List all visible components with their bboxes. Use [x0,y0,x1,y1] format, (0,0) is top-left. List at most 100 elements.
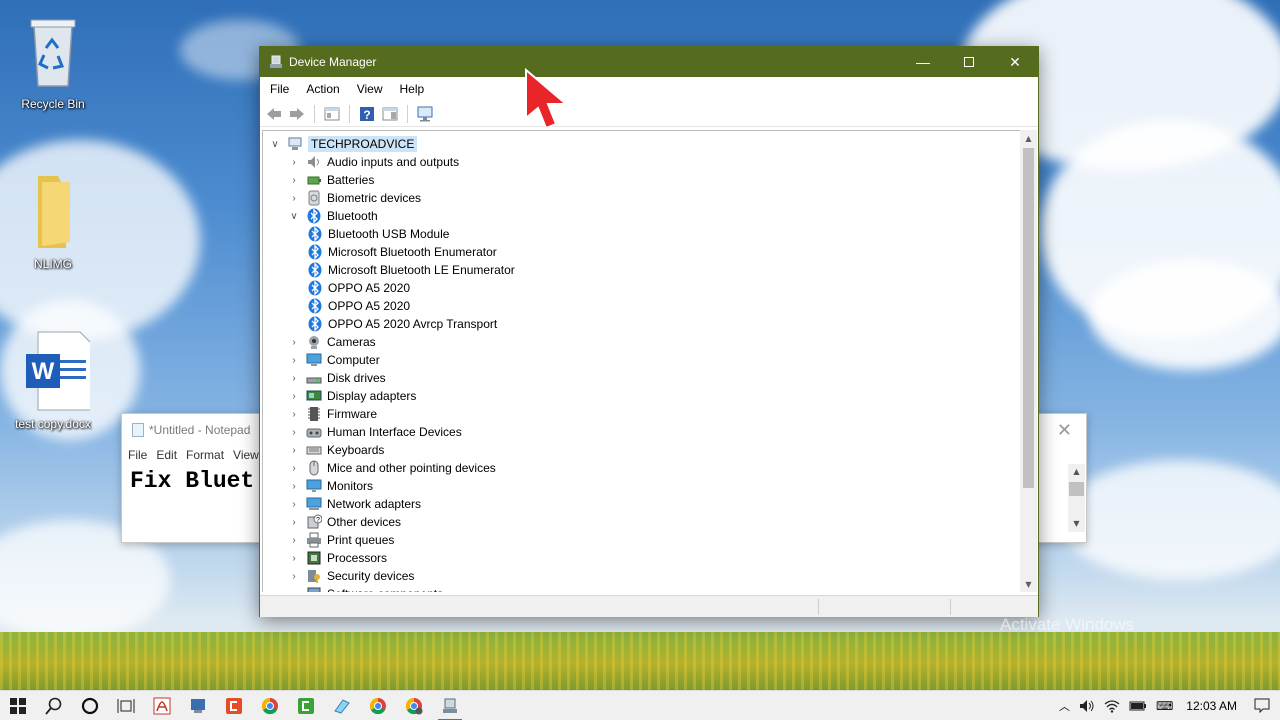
expand-chevron-icon[interactable]: › [288,553,300,564]
desktop-icon-word-document[interactable]: W test copy.docx [3,330,103,431]
tree-category-row[interactable]: ∨ Bluetooth [288,207,378,225]
expand-chevron-icon[interactable]: › [288,571,300,582]
taskbar-app-chrome[interactable] [252,691,288,720]
wifi-icon[interactable] [1104,699,1120,713]
expand-chevron-icon[interactable]: › [288,481,300,492]
taskbar-app-chrome-profile[interactable] [396,691,432,720]
taskbar-app-device-manager[interactable] [432,691,468,720]
task-view-button[interactable] [108,691,144,720]
tree-category-row[interactable]: › Firmware [288,405,377,423]
tree-category-row[interactable]: › Print queues [288,531,394,549]
collapse-chevron-icon[interactable]: ∨ [269,139,281,150]
taskbar-app-camtasia[interactable] [216,691,252,720]
tree-category-row[interactable]: › Human Interface Devices [288,423,461,441]
expand-chevron-icon[interactable]: › [288,373,300,384]
expand-chevron-icon[interactable]: › [288,157,300,168]
expand-chevron-icon[interactable]: › [288,175,300,186]
scroll-down-icon[interactable]: ▼ [1020,576,1037,592]
expand-chevron-icon[interactable]: › [288,355,300,366]
desktop-icon-recycle-bin[interactable]: Recycle Bin [3,8,103,111]
menu-help[interactable]: Help [400,82,425,96]
minimize-button[interactable]: — [900,47,946,77]
tree-category-row[interactable]: › Processors [288,549,387,567]
device-manager-window[interactable]: Device Manager — ✕ File Action View Help… [259,46,1039,617]
tree-device-row[interactable]: OPPO A5 2020 Avrcp Transport [307,315,497,333]
taskbar-app-media-player[interactable] [180,691,216,720]
maximize-button[interactable] [946,47,992,77]
forward-button[interactable] [287,104,307,124]
clock-time[interactable]: 12:03 AM [1186,699,1237,713]
expand-chevron-icon[interactable]: › [288,391,300,402]
menu-file[interactable]: File [270,82,289,96]
expand-chevron-icon[interactable]: › [288,499,300,510]
scroll-thumb[interactable] [1023,148,1034,488]
expand-chevron-icon[interactable]: › [288,535,300,546]
tree-category-row[interactable]: ›? Other devices [288,513,401,531]
tree-category-row[interactable]: › Biometric devices [288,189,421,207]
notepad-menu-edit[interactable]: Edit [156,448,177,462]
help-button[interactable]: ? [357,104,377,124]
menu-action[interactable]: Action [306,82,339,96]
tree-device-row[interactable]: OPPO A5 2020 [307,279,410,297]
tree-device-row[interactable]: OPPO A5 2020 [307,297,410,315]
notepad-menu-format[interactable]: Format [186,448,224,462]
expand-chevron-icon[interactable]: › [288,193,300,204]
tree-category-row[interactable]: › Monitors [288,477,373,495]
expand-chevron-icon[interactable]: › [288,463,300,474]
device-tree[interactable]: ∨ TECHPROADVICE › Audio inputs and output… [262,130,1020,592]
taskbar-search-button[interactable] [36,691,72,720]
device-manager-title-bar[interactable]: Device Manager — ✕ [260,47,1038,77]
tree-category-row[interactable]: › Security devices [288,567,414,585]
tree-category-row[interactable]: › Display adapters [288,387,416,405]
expand-chevron-icon[interactable]: › [288,517,300,528]
scroll-down-icon[interactable]: ▼ [1068,516,1085,532]
expand-chevron-icon[interactable]: › [288,337,300,348]
show-hide-console-tree-button[interactable] [322,104,342,124]
scroll-up-icon[interactable]: ▲ [1068,464,1085,480]
tree-category-row[interactable]: › Audio inputs and outputs [288,153,459,171]
tree-device-row[interactable]: Microsoft Bluetooth Enumerator [307,243,497,261]
expand-chevron-icon[interactable]: › [288,409,300,420]
tree-device-row[interactable]: Bluetooth USB Module [307,225,449,243]
notepad-menu-file[interactable]: File [128,448,147,462]
volume-icon[interactable] [1079,699,1095,713]
scan-hardware-changes-button[interactable] [415,104,435,124]
cortana-button[interactable] [72,691,108,720]
tree-category-row[interactable]: › Keyboards [288,441,384,459]
tree-category-row[interactable]: › Software components [288,585,443,592]
tree-vertical-scrollbar[interactable]: ▲ ▼ [1020,130,1037,592]
tree-category-row[interactable]: › Mice and other pointing devices [288,459,496,477]
collapse-chevron-icon[interactable]: ∨ [288,211,300,222]
notepad-scrollbar[interactable]: ▲ ▼ [1068,464,1085,532]
close-button[interactable]: ✕ [992,47,1038,77]
notification-icon[interactable] [1254,698,1270,714]
tree-category-row[interactable]: › Network adapters [288,495,421,513]
notepad-close-icon[interactable]: ✕ [1057,420,1072,441]
show-hidden-icons-chevron-icon[interactable]: ︿ [1059,698,1070,714]
tree-category-row[interactable]: › Cameras [288,333,376,351]
scroll-up-icon[interactable]: ▲ [1020,130,1037,146]
tree-category-row[interactable]: › Computer [288,351,379,369]
show-action-pane-button[interactable] [380,104,400,124]
input-language-icon[interactable]: ⌨ [1156,699,1173,713]
tree-root-row[interactable]: ∨ TECHPROADVICE [269,135,418,153]
back-button[interactable] [264,104,284,124]
battery-charging-icon[interactable] [1129,700,1147,712]
expand-chevron-icon[interactable]: › [288,589,300,593]
expand-chevron-icon[interactable]: › [288,427,300,438]
taskbar-app-acrobat[interactable] [144,691,180,720]
taskbar-app-camtasia-recorder[interactable] [288,691,324,720]
notepad-menu-view[interactable]: View [233,448,259,462]
tree-device-row[interactable]: Microsoft Bluetooth LE Enumerator [307,261,515,279]
desktop-icon-nlimg-folder[interactable]: NLIMG [3,172,103,271]
tree-category-row[interactable]: › Batteries [288,171,374,189]
menu-view[interactable]: View [357,82,383,96]
taskbar-app-chrome-2[interactable] [360,691,396,720]
tree-category-row[interactable]: › Disk drives [288,369,385,387]
expand-chevron-icon[interactable]: › [288,445,300,456]
scroll-thumb[interactable] [1069,482,1084,496]
fingerprint-icon [306,190,322,206]
taskbar-app-paint[interactable] [324,691,360,720]
start-button[interactable] [0,691,36,720]
tree-item-label: Firmware [327,407,377,421]
